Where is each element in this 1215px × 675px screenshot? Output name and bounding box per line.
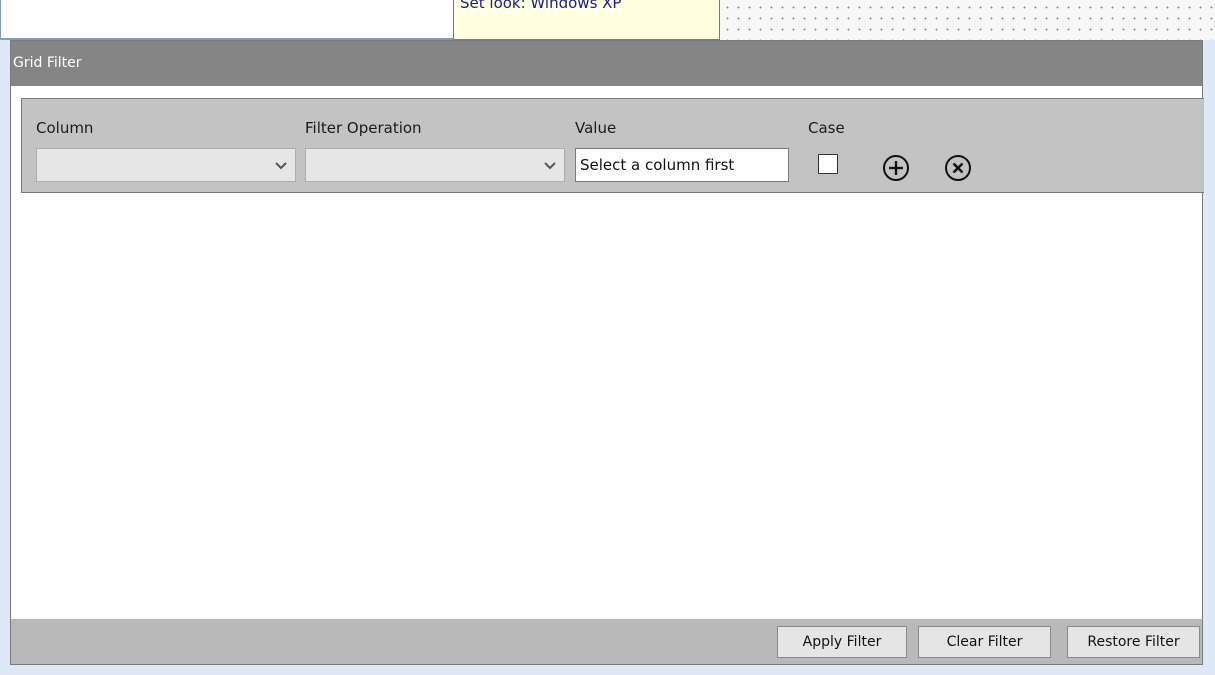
plus-circle-icon — [883, 155, 909, 181]
design-grid-surface — [720, 0, 1215, 40]
chevron-down-icon — [275, 155, 287, 179]
apply-filter-button[interactable]: Apply Filter — [777, 626, 907, 658]
value-input[interactable] — [575, 148, 789, 182]
x-circle-icon — [945, 155, 971, 181]
clear-filter-button[interactable]: Clear Filter — [918, 626, 1051, 658]
column-label: Column — [36, 119, 94, 137]
filter-row: Column Filter Operation Value Case — [21, 98, 1204, 193]
background-window-area — [0, 0, 453, 40]
panel-title: Grid Filter — [11, 41, 1202, 86]
chevron-down-icon — [544, 155, 556, 179]
operation-select[interactable] — [305, 148, 565, 182]
restore-filter-button[interactable]: Restore Filter — [1067, 626, 1200, 658]
operation-label: Filter Operation — [305, 119, 422, 137]
column-select[interactable] — [36, 148, 296, 182]
panel-footer: Apply Filter Clear Filter Restore Filter — [11, 619, 1202, 664]
tooltip-text: Set look: Windows XP — [460, 0, 622, 12]
add-filter-button[interactable] — [881, 153, 911, 183]
grid-filter-panel: Grid Filter Column Filter Operation Valu… — [10, 40, 1204, 665]
remove-filter-button[interactable] — [943, 153, 973, 183]
case-label: Case — [808, 119, 845, 137]
case-checkbox[interactable] — [818, 154, 838, 174]
value-label: Value — [575, 119, 617, 137]
tooltip: Set look: Windows XP — [453, 0, 720, 40]
